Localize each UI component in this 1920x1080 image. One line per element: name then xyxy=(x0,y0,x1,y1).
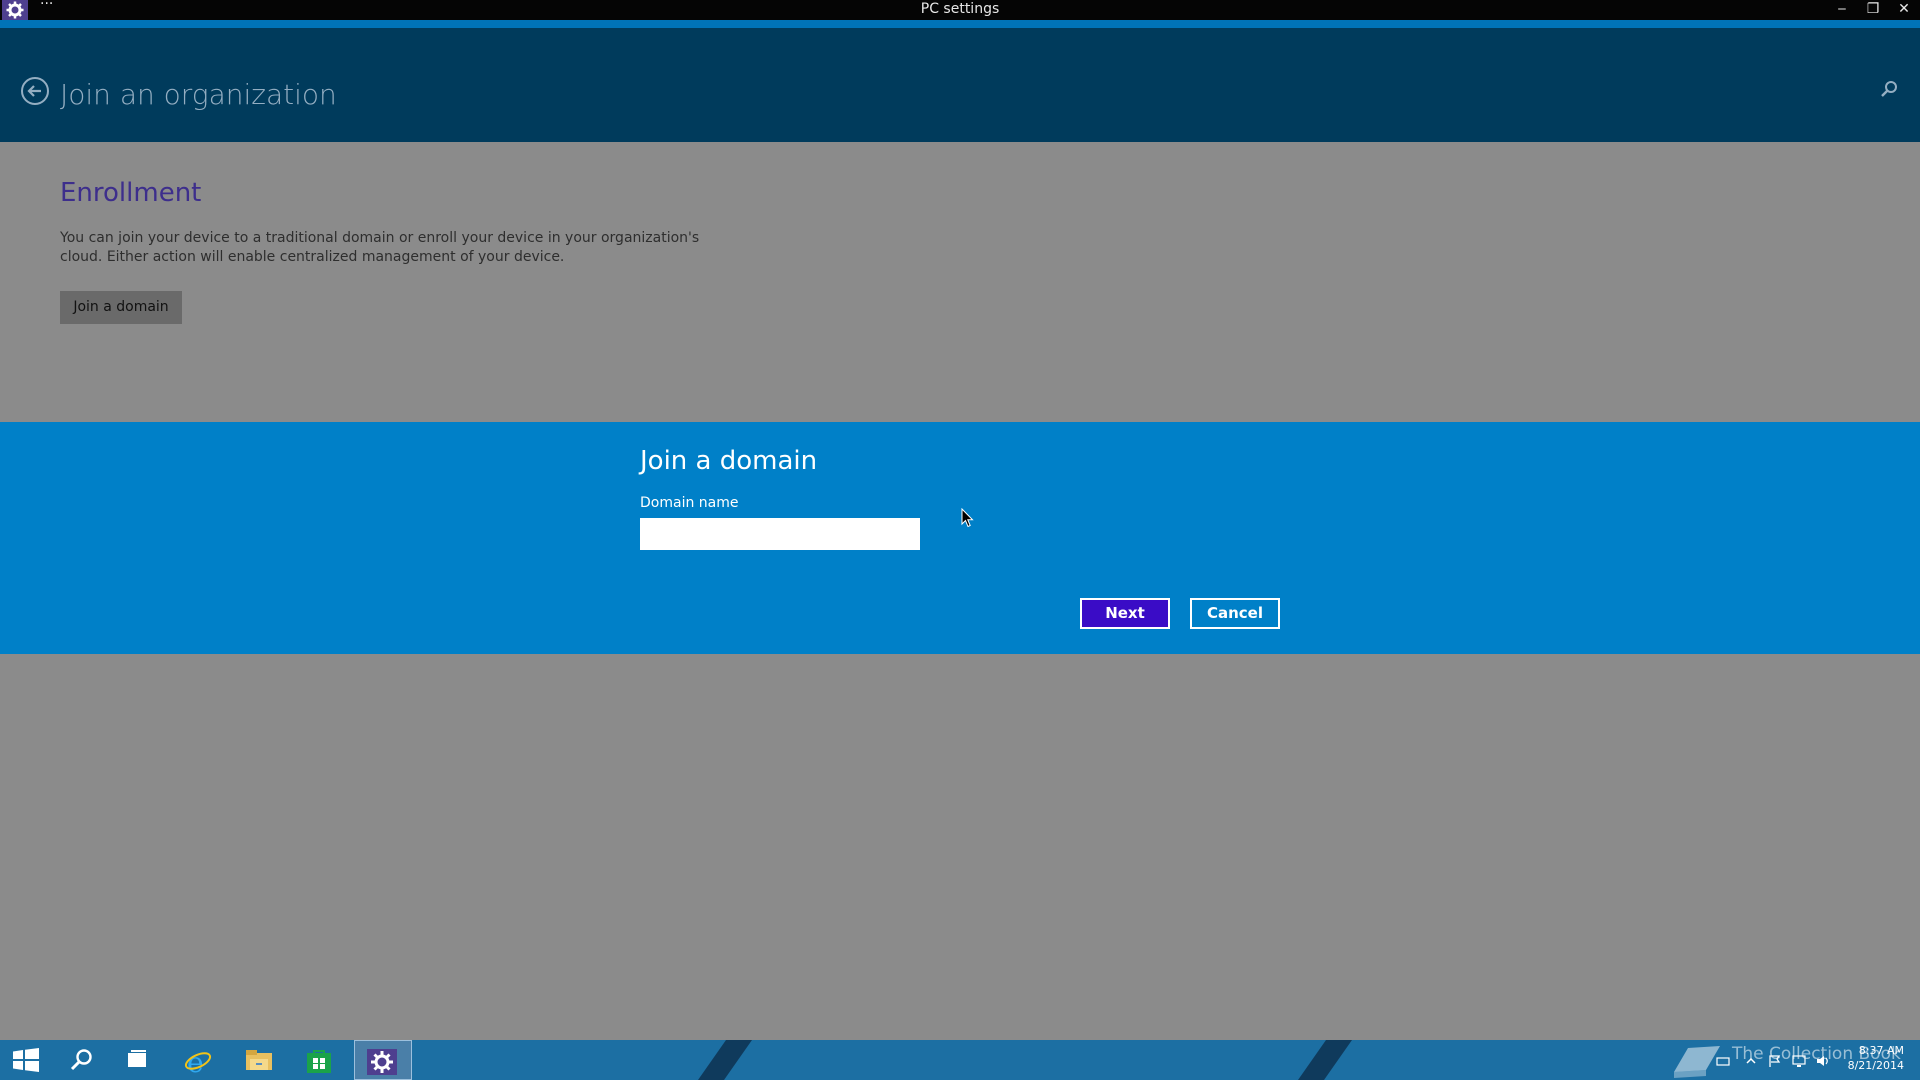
join-domain-dialog: Join a domain Domain name Next Cancel xyxy=(0,422,1920,654)
internet-explorer-icon[interactable]: e xyxy=(172,1040,222,1080)
clock[interactable]: 8:37 AM 8/21/2014 xyxy=(1838,1043,1904,1073)
maximize-button[interactable]: ❐ xyxy=(1859,0,1887,20)
settings-icon[interactable] xyxy=(354,1040,412,1080)
mouse-cursor-icon xyxy=(961,507,975,532)
accent-line xyxy=(0,20,1920,28)
network-icon[interactable] xyxy=(1792,1053,1806,1067)
cancel-button[interactable]: Cancel xyxy=(1190,598,1280,629)
domain-name-input[interactable] xyxy=(640,518,920,550)
dialog-title: Join a domain xyxy=(640,446,818,476)
wallpaper-stripe xyxy=(1283,1040,1353,1080)
task-view-icon[interactable] xyxy=(112,1040,162,1080)
keyboard-icon[interactable] xyxy=(1716,1053,1730,1067)
wallpaper-stripe xyxy=(683,1040,753,1080)
minimize-button[interactable]: ‒ xyxy=(1828,0,1856,20)
domain-name-label: Domain name xyxy=(640,495,739,511)
store-icon[interactable] xyxy=(294,1040,344,1080)
taskbar: e The Collection Book 8:37 AM 8/21/2014 xyxy=(0,1040,1920,1080)
page-header: Join an organization xyxy=(0,28,1920,142)
show-hidden-icons-icon[interactable] xyxy=(1744,1053,1758,1067)
volume-icon[interactable] xyxy=(1816,1053,1830,1067)
back-arrow-circle-icon[interactable] xyxy=(20,76,50,106)
action-center-flag-icon[interactable] xyxy=(1768,1053,1782,1067)
title-bar: ··· PC settings ‒ ❐ ✕ xyxy=(0,0,1920,20)
search-icon[interactable] xyxy=(1880,80,1900,100)
enrollment-heading: Enrollment xyxy=(60,178,202,208)
file-explorer-icon[interactable] xyxy=(232,1040,282,1080)
enrollment-description: You can join your device to a traditiona… xyxy=(60,230,700,265)
join-domain-button[interactable]: Join a domain xyxy=(60,291,182,324)
page-title: Join an organization xyxy=(60,78,337,111)
search-icon[interactable] xyxy=(56,1040,106,1080)
close-button[interactable]: ✕ xyxy=(1890,0,1918,20)
start-icon[interactable] xyxy=(0,1040,50,1080)
window-title: PC settings xyxy=(920,1,1000,17)
clock-time: 8:37 AM xyxy=(1858,1044,1904,1057)
svg-text:e: e xyxy=(187,1048,204,1074)
clock-date: 8/21/2014 xyxy=(1847,1059,1904,1072)
next-button[interactable]: Next xyxy=(1080,598,1170,629)
